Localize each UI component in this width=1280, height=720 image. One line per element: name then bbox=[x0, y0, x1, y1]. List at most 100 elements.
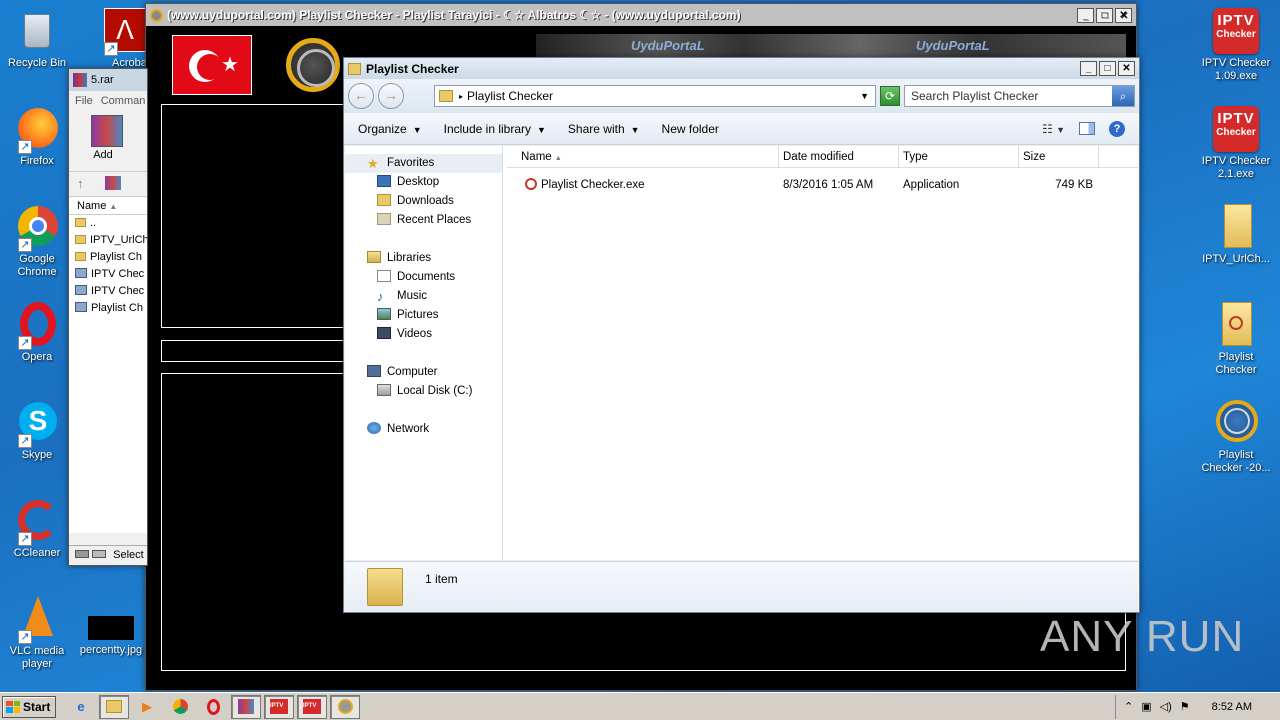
iptv-badge-bottom: Checker bbox=[1216, 127, 1256, 138]
nav-downloads[interactable]: Downloads bbox=[345, 192, 502, 211]
nav-videos[interactable]: Videos bbox=[345, 325, 502, 344]
list-item[interactable]: IPTV Chec bbox=[69, 283, 147, 300]
explorer-window[interactable]: Playlist Checker _ □ ✕ ← → ▸ Playlist Ch… bbox=[343, 57, 1140, 613]
menu-file[interactable]: File bbox=[75, 95, 93, 107]
taskbar-opera[interactable] bbox=[198, 695, 228, 719]
nav-music[interactable]: ♪ Music bbox=[345, 287, 502, 306]
column-name-header[interactable]: Name ▲ bbox=[507, 146, 779, 167]
skype-icon: S ↗ bbox=[14, 400, 60, 448]
taskbar-explorer[interactable] bbox=[99, 694, 129, 719]
refresh-button[interactable]: ⟳ bbox=[880, 86, 900, 106]
system-tray: ⌃ ▣ ◁) ⚑ 8:52 AM bbox=[1115, 694, 1280, 719]
up-arrow-icon[interactable]: ↑ bbox=[77, 176, 84, 191]
help-icon[interactable]: ? bbox=[1109, 120, 1125, 137]
skype-shortcut[interactable]: S ↗ Skype bbox=[0, 400, 74, 462]
volume-icon[interactable]: ◁) bbox=[1160, 700, 1172, 713]
opera-shortcut[interactable]: ↗ Opera bbox=[0, 302, 74, 364]
nav-network[interactable]: Network bbox=[345, 420, 502, 439]
nav-computer[interactable]: Computer bbox=[345, 363, 502, 382]
nav-desktop[interactable]: Desktop bbox=[345, 173, 502, 192]
new-folder-button[interactable]: New folder bbox=[662, 122, 719, 136]
file-icon bbox=[1213, 204, 1259, 250]
column-type-header[interactable]: Type bbox=[899, 146, 1019, 167]
rar-titlebar[interactable]: 5.rar bbox=[69, 69, 147, 91]
firefox-shortcut[interactable]: ↗ Firefox bbox=[0, 106, 74, 168]
nav-favorites[interactable]: ★ Favorites bbox=[345, 154, 502, 173]
organize-button[interactable]: Organize ▼ bbox=[358, 122, 422, 136]
add-button[interactable]: Add bbox=[69, 115, 145, 171]
column-size-header[interactable]: Size bbox=[1019, 146, 1099, 167]
globe-icon bbox=[1213, 400, 1259, 446]
iptv-checker-109-shortcut[interactable]: IPTV Checker IPTV Checker 1.09.exe bbox=[1199, 8, 1273, 83]
taskbar-iptv-checker-1[interactable]: IPTV bbox=[264, 694, 294, 719]
taskbar-media-player[interactable]: ▶ bbox=[132, 695, 162, 719]
network-tray-icon[interactable]: ▣ bbox=[1141, 700, 1151, 713]
minimize-button[interactable]: _ bbox=[1080, 61, 1097, 76]
list-item[interactable]: Playlist Ch bbox=[69, 249, 147, 266]
column-date-header[interactable]: Date modified bbox=[779, 146, 899, 167]
search-icon[interactable]: ⌕ bbox=[1112, 86, 1134, 106]
list-item[interactable]: .. bbox=[69, 215, 147, 232]
folder-large-icon bbox=[367, 568, 403, 606]
recycle-bin-shortcut[interactable]: Recycle Bin bbox=[0, 8, 74, 70]
taskbar-ie[interactable]: e bbox=[66, 695, 96, 719]
vlc-shortcut[interactable]: ↗ VLC media player bbox=[0, 596, 74, 671]
taskbar-iptv-checker-2[interactable]: IPTV bbox=[297, 694, 327, 719]
iptv-checker-21-shortcut[interactable]: IPTV Checker IPTV Checker 2.1.exe bbox=[1199, 106, 1273, 181]
start-button[interactable]: Start bbox=[2, 695, 56, 718]
breadcrumb-arrow-icon[interactable]: ▸ bbox=[459, 92, 463, 101]
nav-local-disk[interactable]: Local Disk (C:) bbox=[345, 382, 502, 401]
winrar-window[interactable]: 5.rar File Comman Add ↑ Name ▲ .. IPTV_U… bbox=[68, 68, 148, 566]
nav-documents[interactable]: Documents bbox=[345, 268, 502, 287]
taskbar-playlist-checker[interactable] bbox=[330, 694, 360, 719]
forward-button[interactable]: → bbox=[378, 83, 404, 109]
shortcut-arrow-icon: ↗ bbox=[18, 238, 32, 252]
nav-recent-places[interactable]: Recent Places bbox=[345, 211, 502, 230]
preview-pane-icon[interactable] bbox=[1079, 122, 1095, 135]
command-bar: Organize ▼ Include in library ▼ Share with… bbox=[344, 113, 1139, 145]
chrome-shortcut[interactable]: ↗ Google Chrome bbox=[0, 204, 74, 279]
folder-icon bbox=[439, 90, 453, 102]
maximize-button[interactable]: □ bbox=[1096, 7, 1113, 23]
explorer-titlebar[interactable]: Playlist Checker _ □ ✕ bbox=[344, 58, 1139, 79]
percentty-file[interactable]: percentty.jpg bbox=[74, 612, 148, 657]
address-dropdown-icon[interactable]: ▼ bbox=[860, 91, 869, 101]
close-button[interactable]: ✕ bbox=[1115, 7, 1132, 23]
nav-pictures[interactable]: Pictures bbox=[345, 306, 502, 325]
list-item[interactable]: IPTV Chec bbox=[69, 266, 147, 283]
anyrun-watermark: ANY RUN bbox=[1040, 612, 1245, 661]
clock[interactable]: 8:52 AM bbox=[1212, 701, 1252, 713]
taskbar-chrome[interactable] bbox=[165, 695, 195, 719]
maximize-button[interactable]: □ bbox=[1099, 61, 1116, 76]
minimize-button[interactable]: _ bbox=[1077, 7, 1094, 23]
list-item[interactable]: Playlist Ch bbox=[69, 300, 147, 317]
url-input[interactable] bbox=[161, 340, 361, 362]
iptv-urlch-file[interactable]: IPTV_UrlCh... bbox=[1199, 204, 1273, 266]
address-bar[interactable]: ▸ Playlist Checker ▼ bbox=[434, 85, 876, 107]
view-options-icon[interactable]: ☷ ▼ bbox=[1042, 122, 1065, 136]
file-row[interactable]: Playlist Checker.exe 8/3/2016 1:05 AM Ap… bbox=[507, 174, 1138, 196]
playlist-checker-20-shortcut[interactable]: Playlist Checker -20... bbox=[1199, 400, 1273, 475]
back-button[interactable]: ← bbox=[348, 83, 374, 109]
list-item[interactable]: IPTV_UrlCh bbox=[69, 232, 147, 249]
action-center-flag-icon[interactable]: ⚑ bbox=[1180, 700, 1190, 713]
tray-expand-icon[interactable]: ⌃ bbox=[1124, 700, 1133, 713]
opera-label: Opera bbox=[21, 351, 53, 363]
recent-places-icon bbox=[377, 213, 391, 225]
player-titlebar[interactable]: (www.uyduportal.com) Playlist Checker - … bbox=[146, 4, 1136, 26]
close-button[interactable]: ✕ bbox=[1118, 61, 1135, 76]
menu-commands[interactable]: Comman bbox=[101, 95, 146, 107]
rar-column-header[interactable]: Name ▲ bbox=[69, 197, 147, 215]
share-with-button[interactable]: Share with ▼ bbox=[568, 122, 640, 136]
channel-list-panel[interactable] bbox=[161, 104, 361, 328]
folder-icon bbox=[75, 218, 86, 227]
acrobat-shortcut[interactable]: ⴷ ↗ Acrobat bbox=[74, 8, 150, 70]
include-in-library-button[interactable]: Include in library ▼ bbox=[444, 122, 546, 136]
playlist-checker-folder[interactable]: Playlist Checker bbox=[1199, 302, 1273, 377]
details-pane: 1 item bbox=[345, 561, 1138, 611]
search-input[interactable]: Search Playlist Checker ⌕ bbox=[904, 85, 1135, 107]
taskbar-winrar[interactable] bbox=[231, 694, 261, 719]
add-label: Add bbox=[93, 149, 113, 161]
ccleaner-shortcut[interactable]: ↗ CCleaner bbox=[0, 498, 74, 560]
nav-libraries[interactable]: Libraries bbox=[345, 249, 502, 268]
